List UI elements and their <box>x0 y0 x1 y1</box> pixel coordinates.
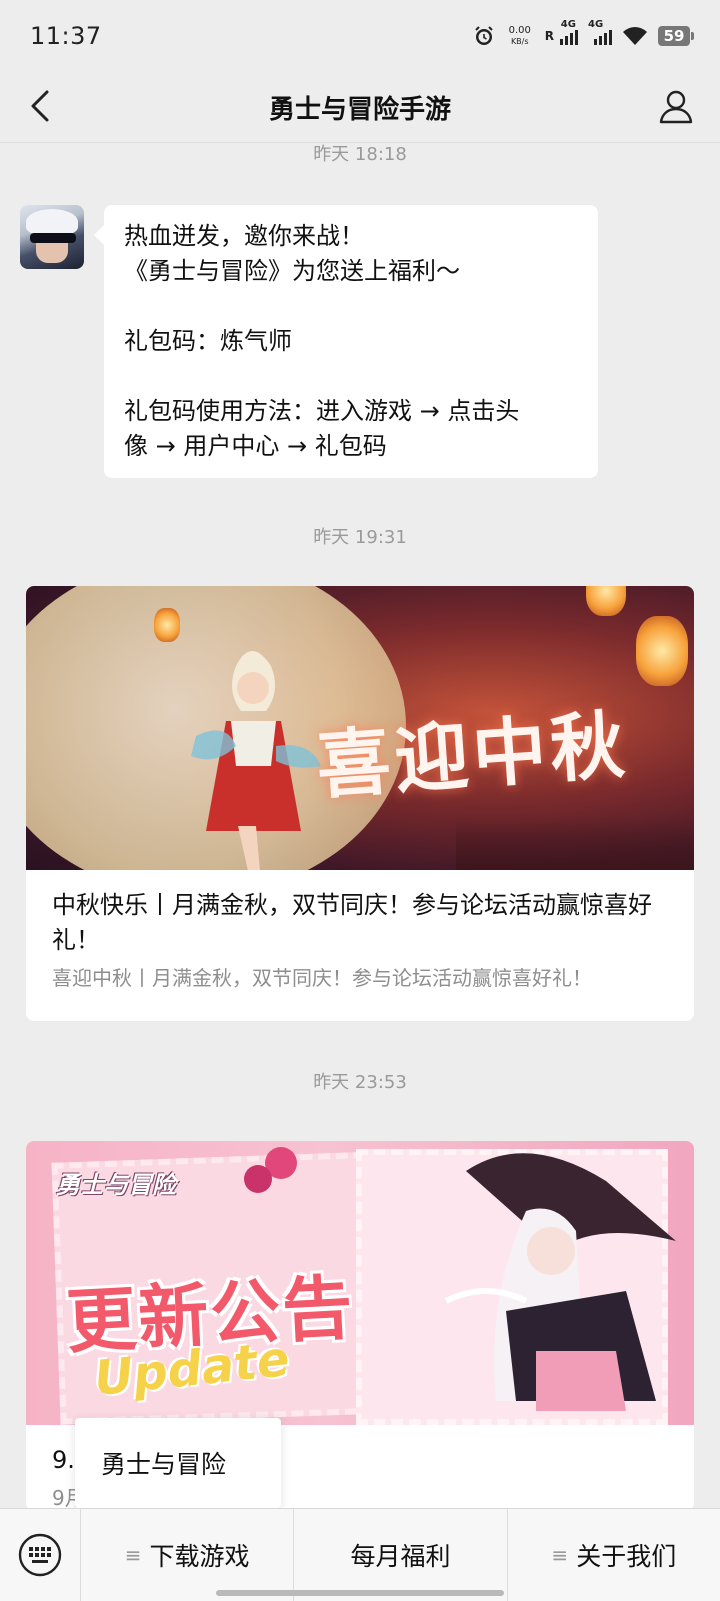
bottom-menu-bar: ≡ 下载游戏 每月福利 ≡ 关于我们 <box>0 1508 720 1601</box>
message-line: 热血迸发，邀你来战！ <box>124 222 364 250</box>
message-timestamp: 昨天 23:53 <box>313 1072 407 1093</box>
menu-label: 关于我们 <box>576 1542 677 1571</box>
article-banner-image: 喜迎中秋 <box>26 586 694 870</box>
message-timestamp: 昨天 19:31 <box>313 527 407 548</box>
profile-button[interactable] <box>654 84 698 128</box>
signal-sim2-icon: 4G <box>588 19 612 45</box>
alarm-icon <box>475 26 493 45</box>
status-icons: 0.00 KB/s R 4G 4G 59 <box>473 19 694 47</box>
status-bar: 11:37 0.00 KB/s R 4G 4G 59 <box>0 0 720 72</box>
message-line <box>124 289 578 324</box>
message-line: 礼包码使用方法：进入游戏 → 点击头 <box>124 397 520 425</box>
menu-label: 每月福利 <box>350 1542 451 1571</box>
banner-calligraphy: 喜迎中秋 <box>313 702 632 810</box>
signal-sim1-icon: R 4G <box>545 19 578 45</box>
cherry-icon <box>244 1147 297 1193</box>
menu-label: 下载游戏 <box>149 1542 250 1571</box>
submenu-item-game[interactable]: 勇士与冒险 <box>75 1418 281 1508</box>
character-illustration <box>444 1153 676 1411</box>
message-line: 像 → 用户中心 → 礼包码 <box>124 432 387 460</box>
menu-download-game[interactable]: ≡ 下载游戏 <box>80 1509 293 1601</box>
submenu-label: 勇士与冒险 <box>101 1450 227 1479</box>
home-indicator[interactable] <box>216 1590 504 1596</box>
chat-header: 勇士与冒险手游 <box>0 72 720 143</box>
game-logo: 勇士与冒险 <box>56 1171 176 1199</box>
character-illustration <box>191 651 321 870</box>
article-description: 喜迎中秋丨月满金秋，双节同庆！参与论坛活动赢惊喜好礼！ <box>52 966 592 990</box>
keyboard-icon <box>18 1533 62 1577</box>
back-button[interactable] <box>20 86 60 126</box>
keyboard-toggle-button[interactable] <box>0 1509 80 1601</box>
message-line: 礼包码：炼气师 <box>124 327 292 355</box>
article-title: 中秋快乐丨月满金秋，双节同庆！参与论坛活动赢惊喜好礼！ <box>52 891 652 954</box>
menu-about-us[interactable]: ≡ 关于我们 <box>506 1509 720 1601</box>
message-timestamp: 昨天 18:18 <box>313 144 407 165</box>
article-banner-image: 勇士与冒险 更新公告 Update <box>26 1141 694 1425</box>
menu-list-icon: ≡ <box>124 1543 142 1567</box>
message-line: 《勇士与冒险》为您送上福利～ <box>124 257 460 285</box>
chevron-left-icon <box>31 90 49 122</box>
menu-list-icon: ≡ <box>551 1543 569 1567</box>
menu-monthly-benefits[interactable]: 每月福利 <box>293 1509 506 1601</box>
battery-icon: 59 <box>658 26 694 46</box>
user-icon <box>659 90 693 124</box>
page-title: 勇士与冒险手游 <box>268 94 451 125</box>
article-card[interactable]: 喜迎中秋 中秋快乐丨月满金秋，双节同庆！参与论坛活动赢惊喜好礼！ 喜迎中秋丨月满… <box>26 586 694 1021</box>
account-avatar[interactable] <box>20 205 84 269</box>
wifi-icon <box>623 27 647 45</box>
status-time: 11:37 <box>30 22 102 50</box>
message-line <box>124 359 578 394</box>
network-speed: 0.00 KB/s <box>508 25 531 46</box>
text-message-bubble[interactable]: 热血迸发，邀你来战！ 《勇士与冒险》为您送上福利～ 礼包码：炼气师 礼包码使用方… <box>94 205 598 478</box>
